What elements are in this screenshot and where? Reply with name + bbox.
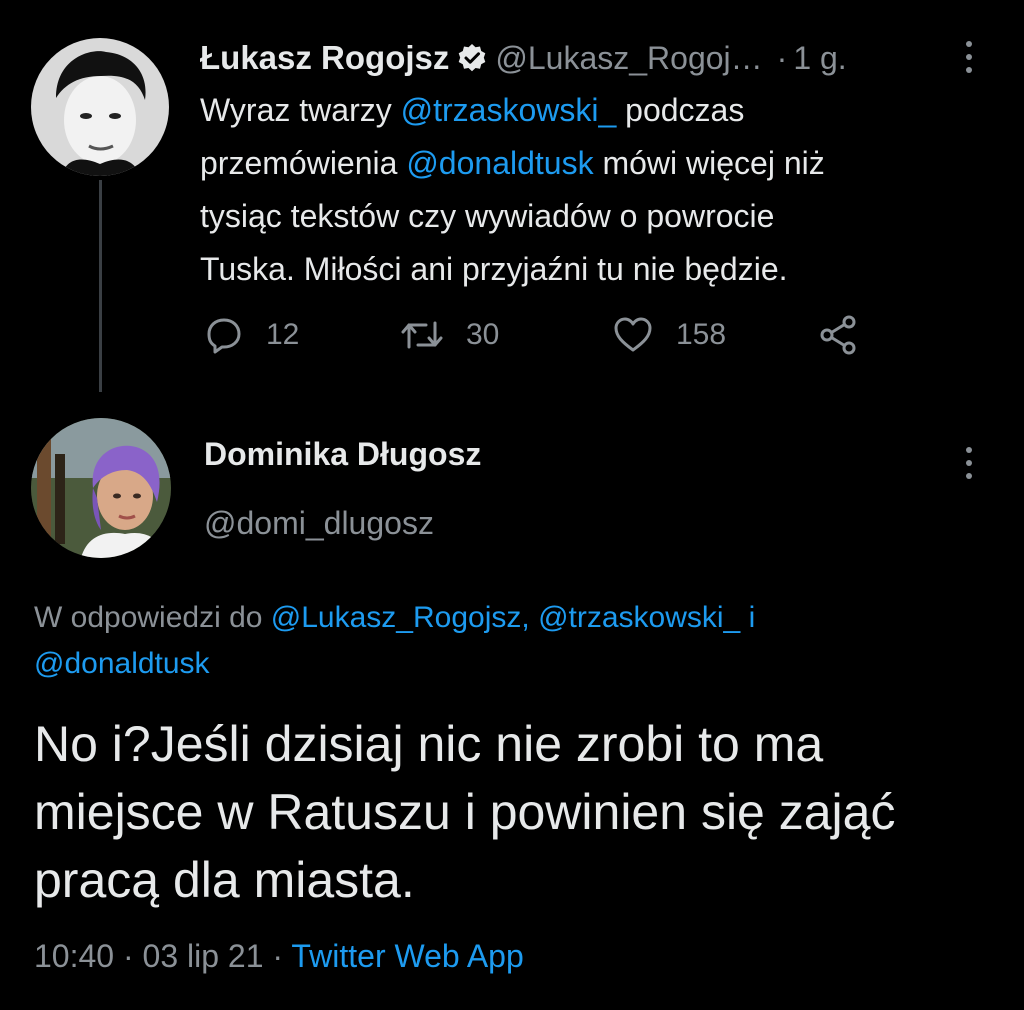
- avatar-dominika-dlugosz[interactable]: [31, 418, 171, 558]
- reply-count: 12: [266, 318, 300, 351]
- share-button[interactable]: [818, 308, 860, 362]
- tweet-timestamp[interactable]: 1 g.: [793, 40, 846, 77]
- meta-separator: ·: [122, 938, 134, 974]
- replying-to-line: W odpowiedzi do @Lukasz_Rogojsz, @trzask…: [34, 595, 994, 687]
- avatar-portrait-color: [31, 418, 171, 558]
- meta-separator: ·: [272, 938, 284, 974]
- author-display-name[interactable]: Łukasz Rogojsz: [200, 39, 449, 77]
- reply-tweet-text: No i?Jeśli dzisiaj nic nie zrobi to ma m…: [34, 716, 896, 908]
- tweet-text-segment: Wyraz twarzy: [200, 92, 401, 128]
- tweet-header: Łukasz Rogojsz @Lukasz_Rogoj… · 1 g.: [200, 34, 847, 82]
- verified-badge-icon: [457, 43, 487, 73]
- like-count: 158: [676, 318, 727, 351]
- comment-bubble-icon: [207, 318, 241, 354]
- mention-link[interactable]: @donaldtusk: [406, 145, 593, 181]
- author-handle[interactable]: @Lukasz_Rogoj…: [495, 40, 762, 77]
- retweet-arrows-icon: [401, 321, 443, 349]
- tweet-meta: 10:40 · 03 lip 21 · Twitter Web App: [34, 938, 524, 975]
- reply-author-display-name[interactable]: Dominika Długosz: [204, 436, 481, 473]
- avatar-lukasz-rogojsz[interactable]: [31, 38, 169, 176]
- mention-link[interactable]: @trzaskowski_: [538, 601, 740, 634]
- heart-icon: [614, 317, 652, 352]
- reply-author-handle[interactable]: @domi_dlugosz: [204, 505, 434, 542]
- like-button[interactable]: 158: [612, 308, 726, 362]
- replying-to-prefix: W odpowiedzi do: [34, 601, 271, 634]
- retweet-button[interactable]: 30: [400, 308, 499, 362]
- mention-link[interactable]: @donaldtusk: [34, 647, 210, 680]
- tweet-time[interactable]: 10:40: [34, 938, 114, 974]
- mention-link[interactable]: @trzaskowski_: [401, 92, 617, 128]
- more-vertical-icon[interactable]: [966, 447, 972, 479]
- mention-link[interactable]: @Lukasz_Rogojsz,: [271, 601, 530, 634]
- tweet-text: Wyraz twarzy @trzaskowski_ podczas przem…: [200, 84, 990, 296]
- mention-conjunction: i: [748, 601, 756, 634]
- avatar-portrait-bw: [31, 38, 169, 176]
- tweet-actions: 12 30 158: [200, 308, 900, 362]
- retweet-count: 30: [466, 318, 500, 351]
- share-nodes-icon: [820, 315, 856, 355]
- header-separator: ·: [776, 39, 788, 76]
- reply-button[interactable]: 12: [204, 308, 299, 362]
- tweet-date[interactable]: 03 lip 21: [143, 938, 264, 974]
- thread-connector-line: [99, 180, 102, 392]
- more-vertical-icon[interactable]: [966, 41, 972, 73]
- source-app-link[interactable]: Twitter Web App: [291, 938, 523, 974]
